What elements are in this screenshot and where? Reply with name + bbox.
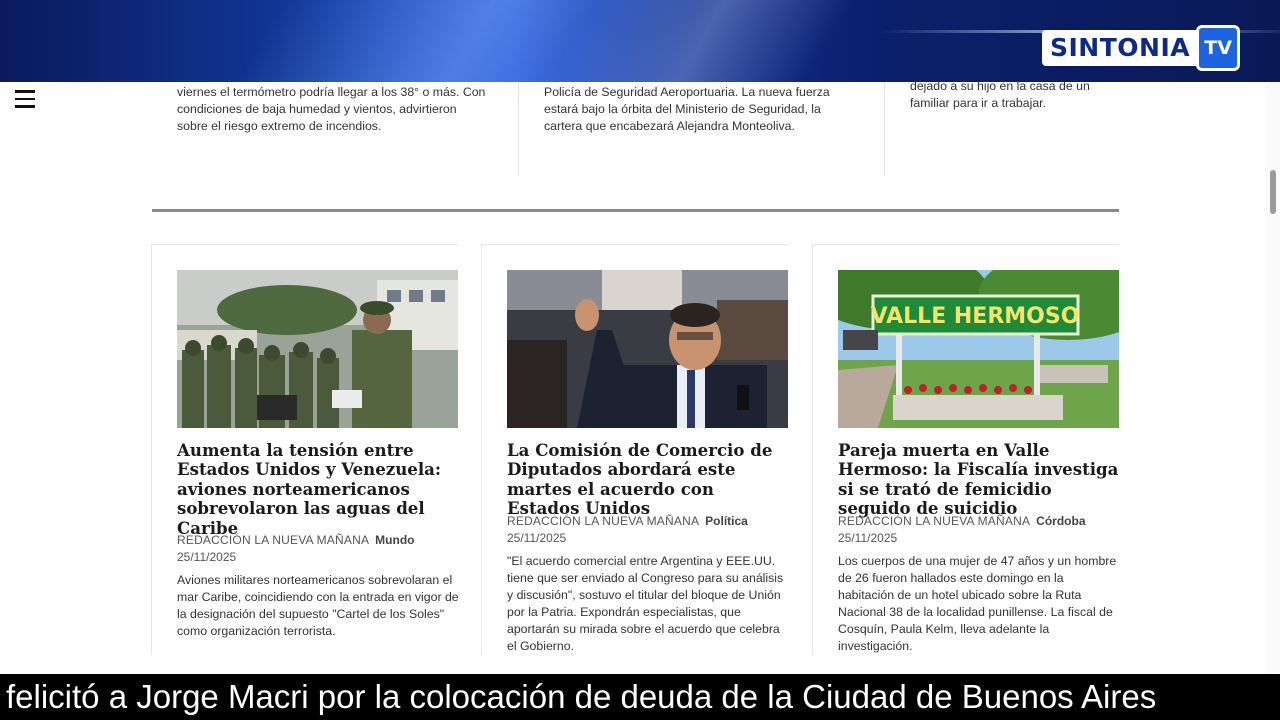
- photo-sign-text: VALLE HERMOSO: [871, 304, 1080, 329]
- article-meta: REDACCIÓN LA NUEVA MAÑANA Mundo 25/11/202…: [177, 532, 459, 566]
- article-author[interactable]: REDACCIÓN LA NUEVA MAÑANA: [507, 514, 699, 528]
- article-excerpt: Los cuerpos de una mujer de 47 años y un…: [838, 554, 1117, 653]
- article-author[interactable]: REDACCIÓN LA NUEVA MAÑANA: [177, 533, 369, 547]
- menu-icon[interactable]: [15, 90, 35, 108]
- news-ticker: felicitó a Jorge Macri por la colocación…: [0, 674, 1280, 720]
- ticker-text: felicitó a Jorge Macri por la colocación…: [6, 678, 1157, 715]
- article-excerpt: "El acuerdo comercial entre Argentina y …: [507, 554, 784, 653]
- article-excerpt: viernes el termómetro podría llegar a lo…: [177, 85, 486, 133]
- article-card[interactable]: Aumenta la tensión entre Estados Unidos …: [151, 244, 459, 655]
- article-excerpt: dejado a su hijo en la casa de un famili…: [910, 79, 1090, 110]
- logo-text: SINTONIA: [1042, 30, 1199, 66]
- article-photo-valle-hermoso-sign[interactable]: VALLE HERMOSO: [838, 270, 1119, 428]
- article-title[interactable]: Pareja muerta en Valle Hermoso: la Fisca…: [838, 440, 1120, 519]
- top-banner: SINTONIA TV: [0, 0, 1280, 82]
- sintonia-tv-logo[interactable]: SINTONIA TV: [1042, 24, 1241, 72]
- article-section[interactable]: Córdoba: [1036, 514, 1085, 528]
- column-divider: [518, 82, 519, 176]
- article-section[interactable]: Política: [705, 514, 748, 528]
- logo-tv-badge: TV: [1196, 25, 1241, 71]
- article-date: 25/11/2025: [838, 531, 898, 545]
- article-meta: REDACCIÓN LA NUEVA MAÑANA Política 25/11/…: [507, 513, 789, 547]
- article-date: 25/11/2025: [177, 550, 237, 564]
- article-section[interactable]: Mundo: [375, 533, 414, 547]
- article-excerpt: Aviones militares norteamericanos sobrev…: [177, 573, 459, 638]
- article-photo-congress[interactable]: [507, 270, 788, 428]
- article-title[interactable]: Aumenta la tensión entre Estados Unidos …: [177, 440, 459, 538]
- article-meta: REDACCIÓN LA NUEVA MAÑANA Córdoba 25/11/2…: [838, 513, 1120, 547]
- article-card[interactable]: VALLE HERMOSO Pareja muerta en Valle Her…: [812, 244, 1119, 655]
- article-title[interactable]: La Comisión de Comercio de Diputados abo…: [507, 440, 789, 519]
- article-photo-soldiers[interactable]: [177, 270, 458, 428]
- article-author[interactable]: REDACCIÓN LA NUEVA MAÑANA: [838, 514, 1030, 528]
- article-excerpt: Policía de Seguridad Aeroportuaria. La n…: [544, 85, 830, 133]
- section-divider: [152, 209, 1119, 212]
- article-card[interactable]: La Comisión de Comercio de Diputados abo…: [481, 244, 788, 655]
- article-date: 25/11/2025: [507, 531, 567, 545]
- scrollbar-thumb[interactable]: [1270, 170, 1276, 214]
- column-divider: [884, 82, 885, 176]
